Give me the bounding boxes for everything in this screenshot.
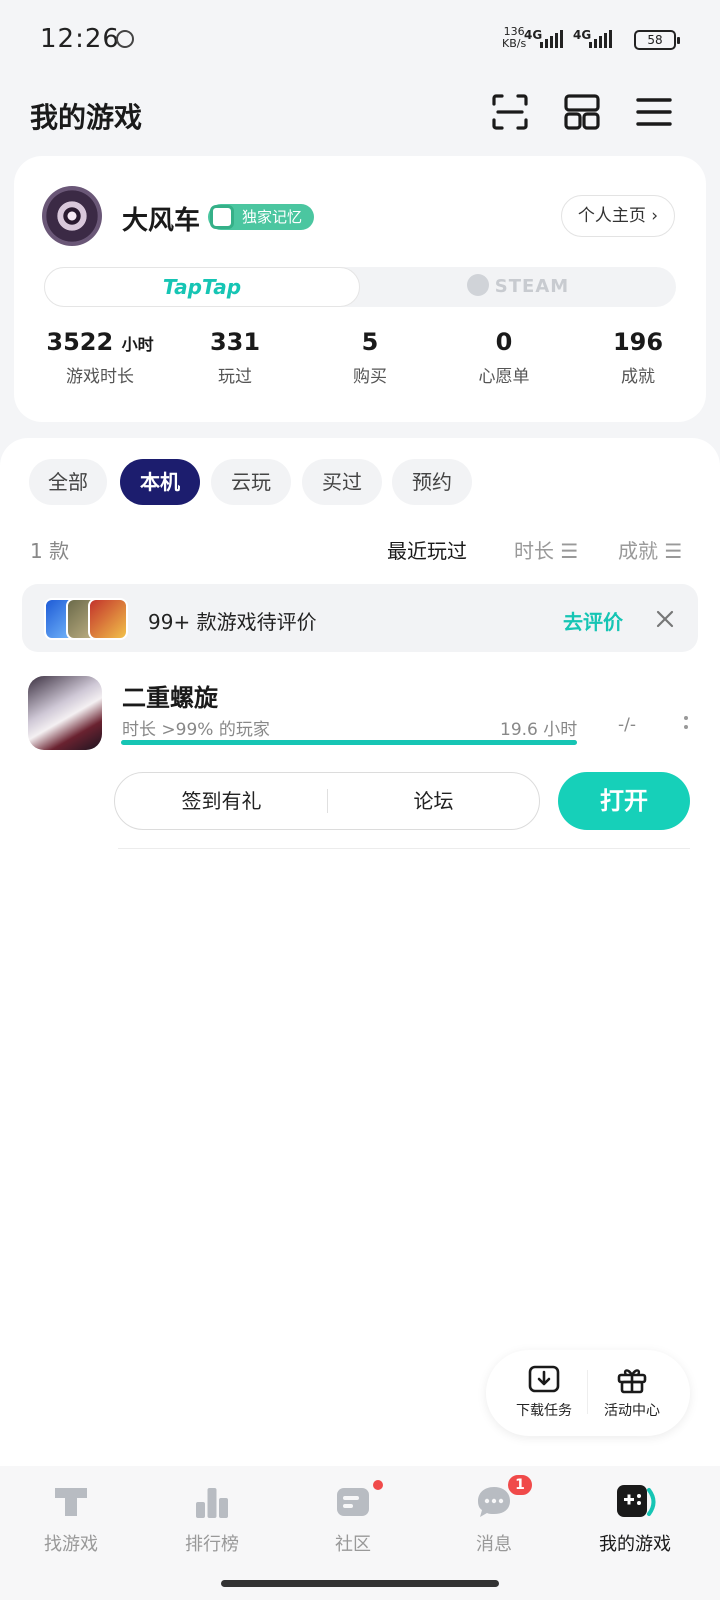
- go-review-link[interactable]: 去评价: [563, 606, 623, 635]
- tab-steam[interactable]: STEAM: [360, 267, 676, 307]
- game-title[interactable]: 二重螺旋: [122, 678, 218, 713]
- stat-label: 心愿单: [478, 367, 530, 387]
- signal-bars-1-icon: [540, 30, 563, 48]
- network-speed: 136 KB/s: [502, 26, 526, 50]
- sort-achievements[interactable]: 成就 ☰: [618, 535, 682, 564]
- pending-review-thumbnails: [44, 598, 132, 640]
- net-speed-unit: KB/s: [502, 37, 527, 50]
- stat-value: 331: [209, 328, 261, 356]
- stat-value: 3522: [46, 328, 114, 356]
- event-center-button[interactable]: 活动中心: [588, 1364, 676, 1420]
- stat-achievements[interactable]: 196 成就: [573, 328, 703, 387]
- nav-ranking[interactable]: 排行榜: [152, 1482, 272, 1556]
- community-icon: [337, 1488, 369, 1516]
- filter-local[interactable]: 本机: [120, 459, 200, 505]
- stat-value: 196: [612, 328, 664, 356]
- stat-label: 游戏时长: [66, 367, 134, 387]
- download-icon: [528, 1365, 560, 1393]
- review-banner-text: 99+ 款游戏待评价: [148, 610, 317, 634]
- more-options-icon[interactable]: [684, 716, 690, 734]
- stat-label: 成就: [621, 367, 655, 387]
- ranking-icon: [196, 1488, 228, 1518]
- menu-icon[interactable]: [634, 92, 674, 132]
- nav-label: 社区: [335, 1534, 371, 1555]
- sort-playtime[interactable]: 时长 ☰: [514, 535, 578, 564]
- checkin-reward-button[interactable]: 签到有礼: [116, 772, 327, 830]
- filter-all[interactable]: 全部: [29, 459, 107, 505]
- gift-icon: [617, 1369, 647, 1394]
- open-game-button[interactable]: 打开: [558, 772, 690, 830]
- playtime-progress: [121, 740, 577, 745]
- nav-find-games[interactable]: 找游戏: [11, 1482, 131, 1556]
- username[interactable]: 大风车: [122, 200, 200, 237]
- stat-wishlist[interactable]: 0 心愿单: [439, 328, 569, 387]
- stat-unit: 小时: [121, 335, 154, 354]
- nav-my-games[interactable]: 我的游戏: [575, 1482, 695, 1556]
- download-tasks-button[interactable]: 下载任务: [500, 1364, 588, 1420]
- row-divider: [118, 848, 690, 849]
- close-icon[interactable]: [654, 608, 676, 630]
- grid-icon[interactable]: [562, 92, 602, 132]
- game-playtime-rank: 时长 >99% 的玩家: [122, 720, 270, 740]
- profile-home-button[interactable]: 个人主页 ›: [561, 195, 675, 237]
- gamepad-badge-icon: [210, 205, 234, 229]
- stat-value: 5: [361, 328, 379, 356]
- stat-purchased[interactable]: 5 购买: [305, 328, 435, 387]
- battery-icon: 58: [634, 30, 680, 50]
- nav-label: 消息: [476, 1534, 512, 1555]
- nav-label: 找游戏: [44, 1534, 98, 1555]
- avatar[interactable]: [42, 186, 102, 246]
- download-tasks-label: 下载任务: [516, 1403, 572, 1419]
- stat-value: 0: [495, 328, 513, 356]
- filter-cloud[interactable]: 云玩: [211, 459, 291, 505]
- game-rating: -/-: [618, 715, 636, 735]
- filter-reserved[interactable]: 预约: [392, 459, 472, 505]
- stat-label: 玩过: [218, 367, 252, 387]
- forum-button[interactable]: 论坛: [328, 772, 539, 830]
- nav-messages[interactable]: 消息: [434, 1482, 554, 1556]
- game-count: 1 款: [30, 539, 70, 563]
- sort-recent[interactable]: 最近玩过: [387, 535, 467, 564]
- playtime-progress-fill: [121, 740, 577, 745]
- gamepad-icon: [617, 1485, 656, 1517]
- community-notification-dot: [371, 1478, 385, 1492]
- event-center-label: 活动中心: [604, 1403, 660, 1419]
- stat-playtime[interactable]: 3522 小时 游戏时长: [35, 328, 165, 387]
- home-indicator[interactable]: [221, 1580, 499, 1587]
- stat-label: 购买: [353, 367, 387, 387]
- page-title: 我的游戏: [30, 101, 143, 134]
- steam-icon: [466, 274, 489, 296]
- tab-taptap[interactable]: TapTap: [44, 267, 360, 307]
- taptap-icon: [55, 1488, 87, 1516]
- signal-bars-2-icon: [589, 30, 612, 48]
- game-hours: 19.6 小时: [500, 720, 578, 740]
- nav-label: 排行榜: [185, 1534, 239, 1555]
- scan-icon[interactable]: [490, 92, 530, 132]
- notification-icon: [116, 30, 134, 48]
- message-count-badge: 1: [506, 1473, 534, 1497]
- game-thumb: [88, 598, 128, 640]
- nav-community[interactable]: 社区: [293, 1482, 413, 1556]
- game-app-icon[interactable]: [28, 676, 102, 750]
- tab-steam-label: STEAM: [494, 276, 570, 297]
- nav-label: 我的游戏: [599, 1534, 671, 1555]
- stat-played[interactable]: 331 玩过: [170, 328, 300, 387]
- filter-bought[interactable]: 买过: [302, 459, 382, 505]
- status-time: 12:26: [40, 24, 120, 54]
